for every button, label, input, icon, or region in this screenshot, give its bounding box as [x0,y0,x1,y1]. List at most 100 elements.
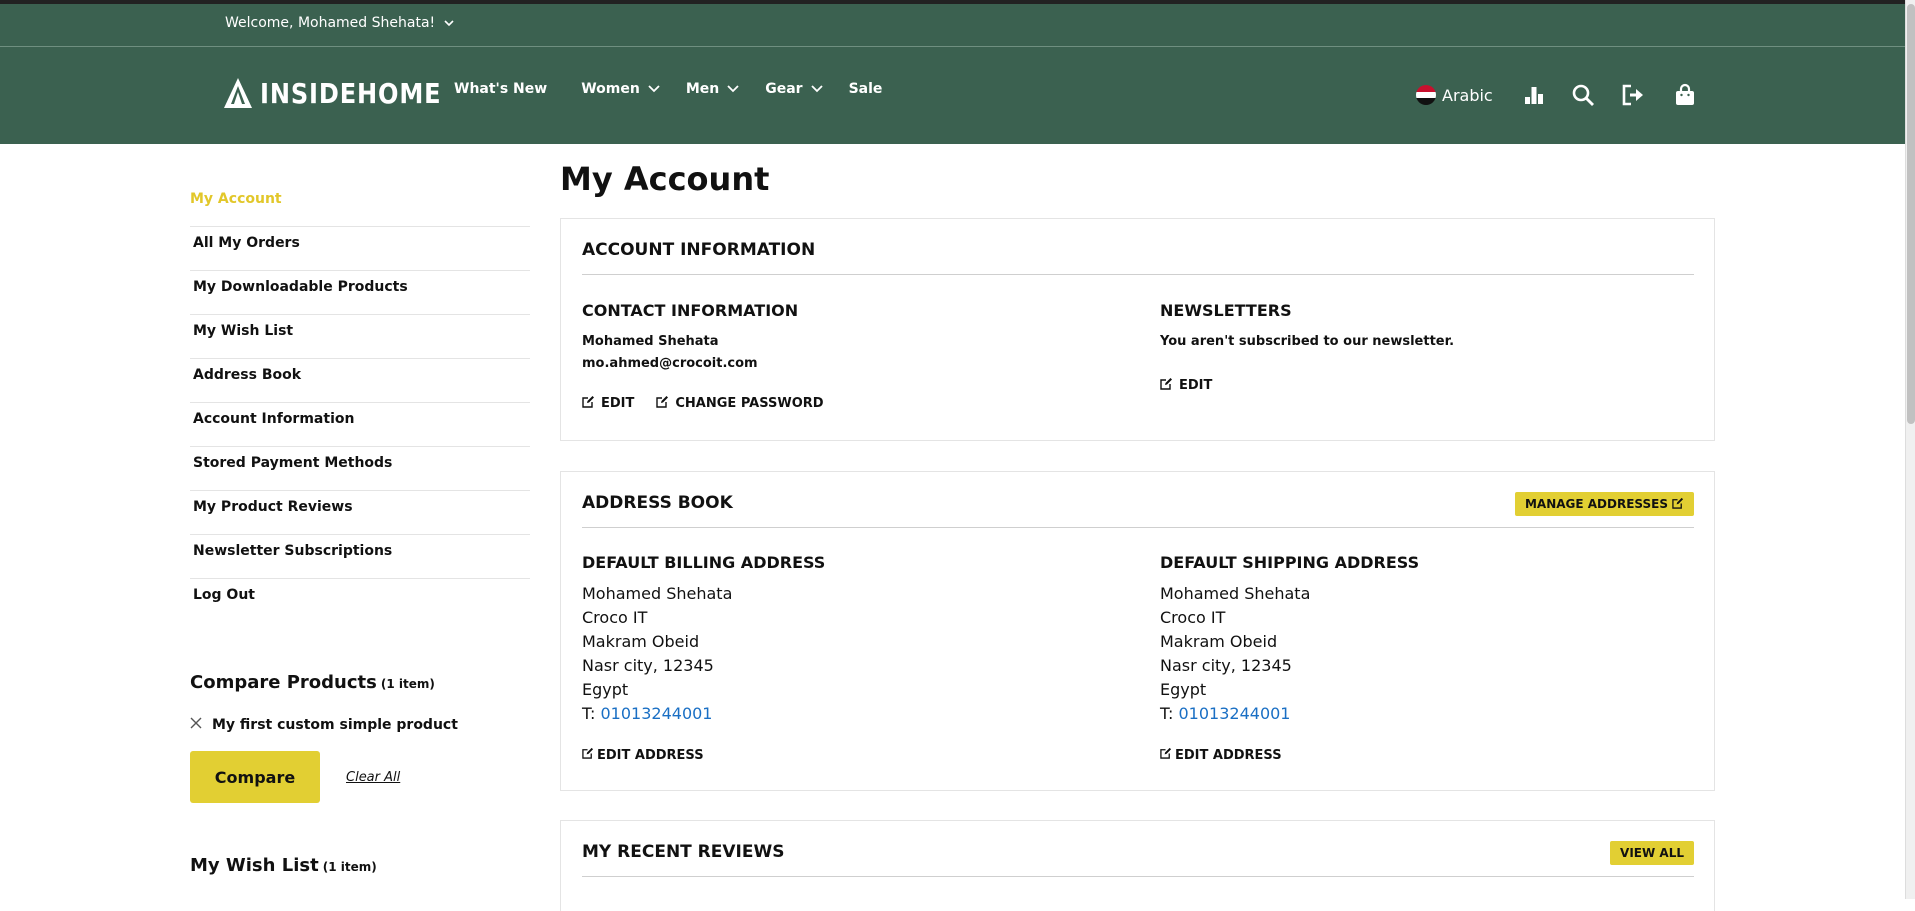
phone-link[interactable]: 01013244001 [601,704,713,723]
sidebar-item-product-reviews[interactable]: My Product Reviews [190,491,530,535]
change-password-label: CHANGE PASSWORD [675,396,824,411]
billing-address: Mohamed Shehata Croco IT Makram Obeid Na… [582,582,825,726]
edit-icon [656,395,669,412]
address-line: Egypt [582,680,629,699]
welcome-text: Welcome, Mohamed Shehata! [225,15,436,31]
address-line: Mohamed Shehata [582,584,733,603]
nav-label: What's New [454,81,548,97]
address-book-title: ADDRESS BOOK [582,493,733,513]
billing-actions: EDIT ADDRESS [582,744,825,763]
edit-address-label: EDIT ADDRESS [1175,747,1282,763]
logout-icon[interactable] [1621,84,1647,106]
search-icon[interactable] [1571,83,1595,107]
nav-sale[interactable]: Sale [849,81,883,97]
address-line: Mohamed Shehata [1160,584,1311,603]
phone-line: T: 01013244001 [1160,702,1419,726]
account-information-box: ACCOUNT INFORMATION CONTACT INFORMATION … [560,218,1715,441]
shipping-address: Mohamed Shehata Croco IT Makram Obeid Na… [1160,582,1419,726]
address-line: Nasr city, 12345 [1160,656,1292,675]
nav-label: Women [581,81,640,97]
phone-line: T: 01013244001 [582,702,825,726]
egypt-flag-icon [1416,85,1436,105]
main-nav: What's New Women Men Gear Sale [454,81,916,97]
sidebar-item-wish-list[interactable]: My Wish List [190,315,530,359]
shipping-address-title: DEFAULT SHIPPING ADDRESS [1160,553,1420,572]
nav-label: Sale [848,81,883,97]
contact-name: Mohamed Shehata [582,334,719,349]
nav-label: Men [685,81,720,97]
edit-contact-link[interactable]: EDIT [582,395,634,412]
edit-icon [582,747,594,763]
sidebar-item-my-account[interactable]: My Account [190,183,530,227]
wishlist-title-text: My Wish List [190,855,319,876]
sidebar-item-address-book[interactable]: Address Book [190,359,530,403]
compare-title-text: Compare Products [190,672,377,693]
chevron-down-icon [444,15,454,31]
clear-all-link[interactable]: Clear All [346,770,400,785]
welcome-dropdown[interactable]: Welcome, Mohamed Shehata! [225,15,454,31]
sidebar-item-stored-payment-methods[interactable]: Stored Payment Methods [190,447,530,491]
wishlist-count: (1 item) [322,860,377,874]
phone-link[interactable]: 01013244001 [1179,704,1291,723]
address-line: Makram Obeid [1160,632,1278,651]
wishlist-title: My Wish List (1 item) [190,855,377,876]
chevron-down-icon [810,81,823,97]
edit-icon [582,395,595,412]
address-line: Croco IT [582,608,648,627]
sidebar-item-log-out[interactable]: Log Out [190,579,530,622]
manage-addresses-button[interactable]: MANAGE ADDRESSES [1514,492,1694,516]
compare-product-link[interactable]: My first custom simple product [212,717,458,733]
logo-text: INSIDEHOME [260,76,442,110]
edit-billing-address-link[interactable]: EDIT ADDRESS [582,747,704,763]
phone-prefix: T: [1160,704,1174,723]
page-scrollbar[interactable] [1905,0,1915,899]
site-logo[interactable]: INSIDEHOME [222,76,471,110]
welcome-bar: Welcome, Mohamed Shehata! [0,4,1905,47]
recent-reviews-box: MY RECENT REVIEWS VIEW ALL [560,820,1715,911]
chevron-down-icon [648,81,660,97]
newsletters-column: NEWSLETTERS You aren't subscribed to our… [1160,301,1454,394]
edit-icon [1160,747,1172,763]
edit-newsletter-link[interactable]: EDIT [1160,377,1212,394]
box-header: MY RECENT REVIEWS VIEW ALL [582,821,1694,877]
newsletters-title: NEWSLETTERS [1160,301,1292,320]
sidebar-item-account-information[interactable]: Account Information [190,403,530,447]
edit-address-label: EDIT ADDRESS [597,747,704,763]
header-tools: Arabic [1416,83,1723,107]
sidebar-item-newsletter-subscriptions[interactable]: Newsletter Subscriptions [190,535,530,579]
account-sidebar-nav: My Account All My Orders My Downloadable… [190,183,530,622]
edit-icon [1672,497,1684,512]
nav-gear[interactable]: Gear [765,81,823,97]
nav-women[interactable]: Women [581,81,660,97]
edit-icon [1160,377,1173,394]
compare-button[interactable]: Compare [190,751,320,803]
edit-shipping-address-link[interactable]: EDIT ADDRESS [1160,747,1282,763]
sidebar-item-all-my-orders[interactable]: All My Orders [190,227,530,271]
nav-men[interactable]: Men [686,81,739,97]
contact-information-column: CONTACT INFORMATION Mohamed Shehata mo.a… [582,301,824,412]
contact-email: mo.ahmed@crocoit.com [582,356,758,371]
edit-label: EDIT [1179,378,1213,393]
contact-actions: EDIT CHANGE PASSWORD [582,395,824,412]
edit-label: EDIT [601,396,635,411]
scrollbar-thumb[interactable] [1907,4,1915,424]
newsletter-status: You aren't subscribed to our newsletter. [1160,334,1455,349]
sidebar-item-downloadable-products[interactable]: My Downloadable Products [190,271,530,315]
site-header: INSIDEHOME What's New Women Men Gear Sal… [0,47,1905,144]
remove-close-icon[interactable] [190,717,202,733]
address-line: Nasr city, 12345 [582,656,714,675]
language-switcher[interactable]: Arabic [1416,85,1493,105]
change-password-link[interactable]: CHANGE PASSWORD [656,395,824,412]
compare-actions: Compare Clear All [190,751,530,803]
address-line: Croco IT [1160,608,1226,627]
compare-chart-icon[interactable] [1523,85,1545,105]
manage-addresses-label: MANAGE ADDRESSES [1524,497,1668,511]
recent-reviews-title: MY RECENT REVIEWS [582,842,785,862]
phone-prefix: T: [582,704,596,723]
newsletter-actions: EDIT [1160,375,1454,394]
nav-whats-new[interactable]: What's New [454,81,547,97]
view-all-reviews-button[interactable]: VIEW ALL [1610,841,1694,865]
shipping-actions: EDIT ADDRESS [1160,744,1419,763]
cart-bag-icon[interactable] [1673,83,1697,107]
address-line: Egypt [1160,680,1207,699]
